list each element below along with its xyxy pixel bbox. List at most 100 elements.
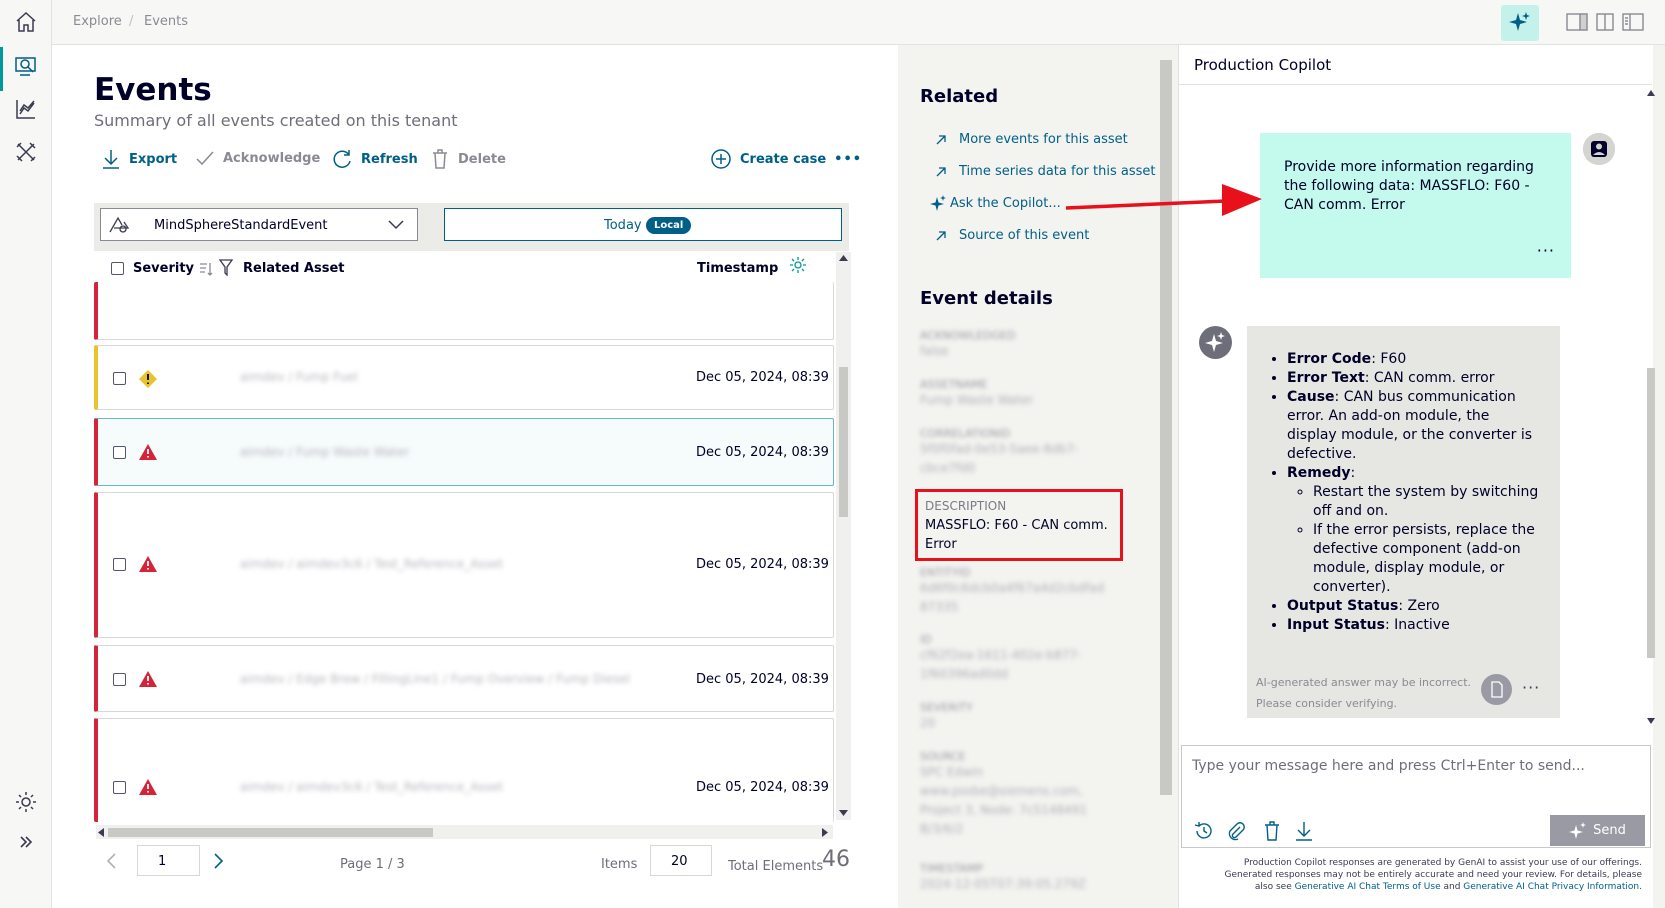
home-icon[interactable] [13, 9, 39, 35]
detail-id: ID cf62f2ea-1611-402e-b877-1f60396ad0dd [920, 633, 1082, 681]
table-horizontal-scrollbar[interactable] [96, 825, 833, 839]
row-checkbox[interactable] [113, 781, 126, 794]
page-title: Events [94, 72, 212, 108]
terms-of-use-link[interactable]: Generative AI Chat Terms of Use [1295, 882, 1441, 892]
related-asset[interactable]: aimdev / aimdev3c6 / Test_Reference_Asse… [240, 557, 503, 571]
event-timestamp: Dec 05, 2024, 08:39 [696, 557, 829, 572]
answer-remedy: Remedy: Restart the system by switching … [1287, 464, 1540, 597]
items-per-page-input[interactable]: 20 [650, 845, 712, 876]
row-checkbox[interactable] [113, 446, 126, 459]
related-asset[interactable]: aimdev / Edge Brew / FillingLine1 / Fump… [240, 672, 630, 686]
table-row[interactable] [94, 282, 834, 340]
answer-more-button[interactable]: ··· [1522, 678, 1540, 697]
related-asset[interactable]: aimdev / Fump Fuel [240, 370, 358, 384]
chevron-down-icon [388, 220, 404, 230]
copilot-title: Production Copilot [1194, 56, 1332, 74]
annotation-arrow [1065, 184, 1262, 216]
table-vertical-scrollbar[interactable] [836, 252, 851, 820]
column-header-severity[interactable]: Severity [133, 261, 194, 276]
column-header-related-asset[interactable]: Related Asset [243, 261, 345, 276]
table-row-selected[interactable]: aimdev / Fump Waste Water Dec 05, 2024, … [94, 418, 834, 486]
sparkle-icon [1569, 821, 1587, 839]
copilot-sparkle-icon [1205, 332, 1225, 352]
column-settings-gear-icon[interactable] [789, 256, 807, 274]
document-icon [1491, 681, 1503, 698]
copilot-scrollbar[interactable] [1645, 88, 1657, 728]
attachment-icon[interactable] [1225, 820, 1247, 842]
link-more-events[interactable]: More events for this asset [935, 132, 1128, 147]
create-case-button[interactable]: Create case ••• [710, 148, 862, 170]
copilot-header-divider [1179, 84, 1652, 85]
more-options-button[interactable]: ••• [834, 152, 862, 167]
scroll-thumb[interactable] [1647, 368, 1655, 658]
chart-icon[interactable] [13, 96, 39, 122]
related-asset[interactable]: aimdev / Fump Waste Water [240, 445, 409, 459]
scroll-thumb[interactable] [108, 828, 433, 837]
top-bar [52, 0, 1665, 45]
download-icon[interactable] [1294, 820, 1314, 842]
composer-placeholder: Type your message here and press Ctrl+En… [1192, 758, 1585, 774]
tools-icon[interactable] [13, 139, 39, 165]
event-type-select[interactable]: MindSphereStandardEvent [100, 208, 418, 241]
table-row[interactable]: aimdev / Edge Brew / FillingLine1 / Fump… [94, 645, 834, 712]
table-row[interactable]: aimdev / Fump Fuel Dec 05, 2024, 08:39 [94, 345, 834, 410]
table-row[interactable]: aimdev / aimdev3c6 / Test_Reference_Asse… [94, 492, 834, 638]
event-timestamp: Dec 05, 2024, 08:39 [696, 370, 829, 385]
error-severity-icon [139, 444, 157, 460]
copilot-toggle-button[interactable] [1501, 5, 1539, 41]
total-elements-value: 46 [822, 847, 850, 872]
user-message-bubble: Provide more information regarding the f… [1260, 133, 1571, 278]
table-row[interactable]: aimdev / aimdev3c6 / Test_Reference_Asse… [94, 718, 834, 822]
select-all-checkbox[interactable] [111, 262, 124, 275]
layout-right-panel-icon[interactable] [1566, 13, 1588, 31]
delete-button[interactable]: Delete [430, 148, 506, 170]
answer-error-code: Error Code: F60 [1287, 350, 1540, 369]
explore-icon[interactable] [13, 53, 39, 79]
row-checkbox[interactable] [113, 673, 126, 686]
filter-icon[interactable] [219, 259, 233, 276]
user-message-text: Provide more information regarding the f… [1284, 159, 1534, 213]
breadcrumb-explore[interactable]: Explore [73, 14, 122, 29]
previous-page-icon[interactable] [104, 852, 118, 870]
scroll-down-arrow-icon [1647, 718, 1655, 724]
add-circle-icon [711, 149, 731, 169]
layout-split-icon[interactable] [1594, 13, 1616, 31]
settings-icon[interactable] [13, 789, 39, 815]
event-details-heading: Event details [920, 288, 1053, 309]
check-icon [196, 151, 214, 166]
event-timestamp: Dec 05, 2024, 08:39 [696, 780, 829, 795]
detail-entityid: ENTITYID 6d6f0c6dcb0a4f67a4d2cbdfad 8733… [920, 566, 1105, 614]
column-header-timestamp[interactable]: Timestamp [697, 261, 778, 276]
scroll-thumb[interactable] [839, 367, 848, 517]
scroll-down-arrow-icon [839, 810, 848, 816]
expand-icon[interactable] [13, 829, 39, 855]
row-checkbox[interactable] [113, 558, 126, 571]
related-asset[interactable]: aimdev / aimdev3c6 / Test_Reference_Asse… [240, 780, 503, 794]
create-case-label: Create case [740, 151, 827, 167]
related-heading: Related [920, 86, 999, 107]
acknowledge-label: Acknowledge [223, 150, 321, 166]
row-checkbox[interactable] [113, 372, 126, 385]
refresh-label: Refresh [361, 151, 418, 167]
export-label: Export [129, 151, 178, 167]
details-scrollbar[interactable] [1160, 60, 1172, 795]
layout-left-panel-icon[interactable] [1622, 13, 1644, 31]
copy-answer-button[interactable] [1481, 674, 1512, 705]
page-number-input[interactable]: 1 [137, 845, 200, 876]
total-elements-label: Total Elements [728, 859, 824, 874]
sort-icon[interactable] [198, 261, 214, 277]
export-button[interactable]: Export [101, 148, 177, 170]
user-message-more-button[interactable]: ··· [1537, 241, 1555, 260]
answer-error-text: Error Text: CAN comm. error [1287, 369, 1540, 388]
trash-icon[interactable] [1262, 820, 1282, 842]
answer-cause: Cause: CAN bus communication error. An a… [1287, 388, 1540, 464]
detail-correlationid: CORRELATIONID 5f0f0fad-0e53-5aee-8db7-cb… [920, 427, 1079, 475]
acknowledge-button[interactable]: Acknowledge [195, 148, 320, 168]
scroll-left-arrow-icon [98, 828, 104, 837]
date-range-picker[interactable]: Today Local [444, 208, 842, 241]
send-button[interactable]: Send [1550, 815, 1645, 846]
refresh-button[interactable]: Refresh [331, 148, 418, 170]
privacy-information-link[interactable]: Generative AI Chat Privacy Information. [1463, 882, 1642, 892]
next-page-icon[interactable] [212, 852, 226, 870]
history-icon[interactable] [1193, 820, 1215, 842]
